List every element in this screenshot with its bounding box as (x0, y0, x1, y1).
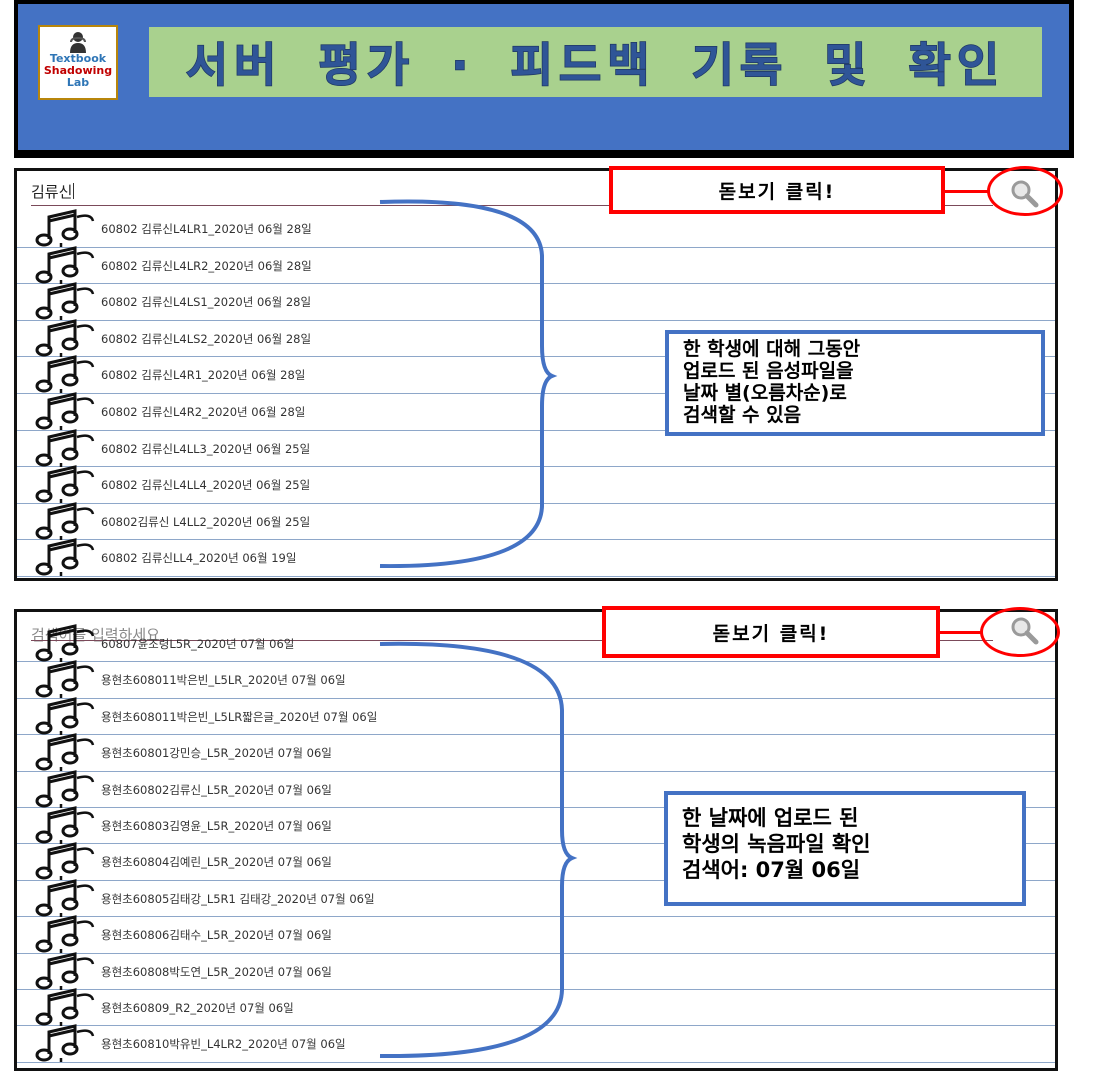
callout-text: 돋보기 클릭! (712, 622, 830, 645)
recording-filename: 용현초60805김태강_L5R1 김태강_2020년 07월 06일 (101, 891, 375, 906)
callout-line: 검색어: 07월 06일 (682, 858, 861, 882)
click-magnifier-callout: 돋보기 클릭! (609, 166, 945, 214)
recording-filename: 용현초60808박도연_L5R_2020년 07월 06일 (101, 964, 332, 979)
recording-filename: 60807윤조령L5R_2020년 07월 06일 (101, 637, 295, 651)
recording-filename: 용현초608011박은빈_L5LR짧은글_2020년 07월 06일 (101, 709, 378, 724)
click-magnifier-callout: 돋보기 클릭! (602, 606, 940, 658)
recording-filename: 용현초60803김영윤_L5R_2020년 07월 06일 (101, 819, 332, 833)
recording-filename: 60802 김류신L4LL4_2020년 06월 25일 (101, 478, 311, 493)
logo-text-line-3: Lab (66, 76, 90, 89)
list-bracket (379, 199, 558, 569)
recording-filename: 용현초60802김류신_L5R_2020년 07월 06일 (101, 782, 332, 797)
callout-line: 검색할 수 있음 (683, 404, 802, 426)
music-note-icon (35, 1024, 95, 1063)
callout-connector-line (945, 190, 989, 193)
recording-filename: 용현초60804김예린_L5R_2020년 07월 06일 (101, 855, 332, 870)
recording-filename: 60802 김류신L4LL3_2020년 06월 25일 (101, 441, 311, 456)
magnifier-highlight-circle (980, 607, 1060, 657)
callout-line: 한 날짜에 업로드 된 (682, 806, 859, 830)
callout-line: 학생의 녹음파일 확인 (682, 832, 871, 856)
magnifier-highlight-circle (987, 166, 1063, 216)
search-input-value: 김류신 (31, 183, 73, 201)
callout-line: 업로드 된 음성파일을 (683, 360, 854, 382)
recording-filename: 용현초60801강민승_L5R_2020년 07월 06일 (101, 746, 332, 761)
list-bracket (379, 641, 578, 1059)
music-note-icon (35, 538, 95, 577)
recording-filename: 60802 김류신L4LR1_2020년 06월 28일 (101, 222, 312, 236)
recording-filename: 60802김류신 L4LL2_2020년 06월 25일 (101, 514, 311, 529)
page-title: 서버 평가 · 피드백 기록 및 확인 (185, 37, 1006, 93)
callout-text: 돋보기 클릭! (718, 180, 836, 203)
callout-connector-line (940, 631, 982, 634)
recording-filename: 60802 김류신LL4_2020년 06월 19일 (101, 551, 297, 566)
search-input[interactable]: 김류신 (31, 181, 75, 202)
student-avatar-icon (70, 32, 86, 53)
callout-line: 한 학생에 대해 그동안 (683, 338, 861, 360)
recording-filename: 용현초608011박은빈_L5LR_2020년 07월 06일 (101, 673, 346, 688)
recording-filename: 용현초60810박유빈_L4LR2_2020년 07월 06일 (101, 1037, 346, 1052)
recording-filename: 60802 김류신L4LR2_2020년 06월 28일 (101, 258, 312, 273)
recording-filename: 60802 김류신L4LS2_2020년 06월 28일 (101, 331, 312, 346)
callout-line: 날짜 별(오름차순)로 (683, 382, 847, 404)
textbook-shadowing-lab-logo: Textbook Shadowing Lab (38, 25, 118, 100)
title-box: 서버 평가 · 피드백 기록 및 확인 (149, 27, 1042, 97)
recording-filename: 60802 김류신L4R2_2020년 06월 28일 (101, 405, 306, 419)
text-caret (73, 183, 75, 199)
header-background: Textbook Shadowing Lab 서버 평가 · 피드백 기록 및 … (18, 4, 1069, 150)
recording-filename: 용현초60806김태수_L5R_2020년 07월 06일 (101, 928, 332, 943)
date-search-explanation-callout: 한 날짜에 업로드 된 학생의 녹음파일 확인 검색어: 07월 06일 (664, 791, 1026, 906)
recording-filename: 용현초60809_R2_2020년 07월 06일 (101, 1001, 294, 1015)
recording-filename: 60802 김류신L4R1_2020년 06월 28일 (101, 368, 306, 383)
header-banner: Textbook Shadowing Lab 서버 평가 · 피드백 기록 및 … (14, 0, 1074, 158)
student-search-explanation-callout: 한 학생에 대해 그동안 업로드 된 음성파일을 날짜 별(오름차순)로 검색할… (665, 330, 1045, 436)
recording-filename: 60802 김류신L4LS1_2020년 06월 28일 (101, 295, 312, 310)
